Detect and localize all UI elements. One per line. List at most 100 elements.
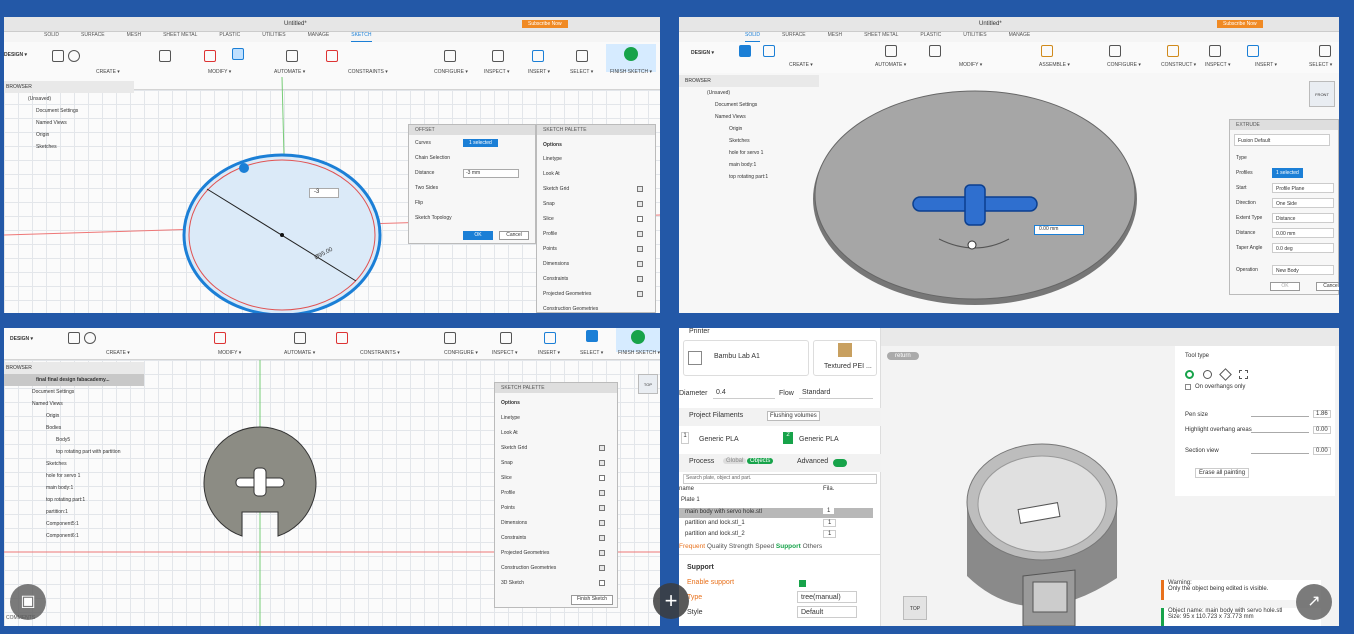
object-row[interactable]: partition and lock.stl_2 1: [679, 530, 873, 540]
filament-name[interactable]: Generic PLA: [699, 436, 739, 443]
browser-item[interactable]: Named Views: [679, 111, 819, 123]
gap-fill-icon[interactable]: [1239, 370, 1248, 379]
highlight-slider[interactable]: [1251, 432, 1309, 433]
layout-toggle-icon[interactable]: ▣: [10, 584, 46, 620]
checkbox[interactable]: [637, 186, 643, 192]
checkbox[interactable]: [599, 565, 605, 571]
viewcube[interactable]: FRONT: [1309, 81, 1335, 107]
browser-item[interactable]: Bodies: [4, 422, 144, 434]
browser-item[interactable]: Sketches: [679, 135, 819, 147]
plater-view[interactable]: return Tool type On overhangs only Pen s…: [881, 328, 1339, 626]
browser-item[interactable]: hole for servo 1: [4, 470, 144, 482]
operation-select[interactable]: New Body: [1272, 265, 1334, 275]
diameter-select[interactable]: 0.4: [713, 387, 775, 399]
fill-tool-icon[interactable]: [1219, 368, 1232, 381]
highlight-value[interactable]: 0.00: [1313, 426, 1331, 434]
tab-speed[interactable]: Speed: [755, 543, 774, 550]
checkbox[interactable]: [637, 276, 643, 282]
filament-slot[interactable]: 2: [783, 432, 793, 444]
tab-support[interactable]: Support: [776, 543, 801, 550]
tab-frequent[interactable]: Frequent: [679, 543, 705, 550]
overhangs-checkbox[interactable]: [1185, 384, 1191, 390]
tab-quality[interactable]: Quality: [707, 543, 727, 550]
type-select[interactable]: tree(manual): [797, 591, 857, 603]
browser-item[interactable]: main body:1: [679, 159, 819, 171]
checkbox[interactable]: [637, 201, 643, 207]
browser-item[interactable]: Document Settings: [679, 99, 819, 111]
pen-size-value[interactable]: 1.86: [1313, 410, 1331, 418]
finish-sketch-button[interactable]: Finish Sketch: [571, 595, 613, 605]
palette-options[interactable]: Options: [501, 397, 611, 409]
checkbox[interactable]: [599, 490, 605, 496]
browser-item[interactable]: Component5:1: [4, 518, 144, 530]
checkbox[interactable]: [637, 216, 643, 222]
plate-row[interactable]: Plate 1: [681, 497, 700, 503]
return-button[interactable]: return: [887, 352, 919, 360]
checkbox[interactable]: [599, 460, 605, 466]
filament-slot[interactable]: 1: [681, 432, 689, 444]
offset-dim-input[interactable]: -3: [309, 188, 339, 198]
share-icon[interactable]: ↗: [1296, 584, 1332, 620]
checkbox[interactable]: [599, 475, 605, 481]
ok-button[interactable]: OK: [1270, 282, 1300, 291]
tab-strength[interactable]: Strength: [729, 543, 754, 550]
pen-size-slider[interactable]: [1251, 416, 1309, 417]
distance-input[interactable]: 0.00 mm: [1272, 228, 1334, 238]
ok-button[interactable]: OK: [463, 231, 493, 240]
plate-select[interactable]: Textured PEI ...: [813, 340, 877, 376]
erase-all-button[interactable]: Erase all painting: [1195, 468, 1250, 478]
checkbox[interactable]: [637, 261, 643, 267]
object-row[interactable]: partition and lock.stl_1 1: [679, 519, 873, 529]
viewcube[interactable]: TOP: [903, 596, 927, 620]
checkbox[interactable]: [599, 580, 605, 586]
browser-item[interactable]: Named Views: [4, 117, 134, 129]
checkbox[interactable]: [637, 231, 643, 237]
tool-default-select[interactable]: Fusion Default: [1234, 134, 1330, 146]
direction-select[interactable]: One Side: [1272, 198, 1334, 208]
checkbox[interactable]: [599, 550, 605, 556]
browser-item[interactable]: Sketches: [4, 458, 144, 470]
advanced-switch[interactable]: [833, 459, 847, 467]
section-value[interactable]: 0.00: [1313, 447, 1331, 455]
curves-selected[interactable]: 1 selected: [463, 139, 498, 147]
viewcube[interactable]: TOP: [638, 374, 658, 394]
browser-item[interactable]: Component6:1: [4, 530, 144, 542]
browser-item[interactable]: Origin: [679, 123, 819, 135]
checkbox[interactable]: [599, 445, 605, 451]
circle-tool-icon[interactable]: [1185, 370, 1194, 379]
extent-select[interactable]: Distance: [1272, 213, 1334, 223]
distance-input[interactable]: -3 mm: [463, 169, 519, 178]
tab-others[interactable]: Others: [803, 543, 823, 550]
add-icon[interactable]: +: [653, 583, 689, 619]
enable-support-checkbox[interactable]: [799, 580, 806, 587]
browser-item[interactable]: Body5: [4, 434, 144, 446]
filament-name[interactable]: Generic PLA: [799, 436, 839, 443]
browser-item[interactable]: top rotating part:1: [679, 171, 819, 183]
start-select[interactable]: Profile Plane: [1272, 183, 1334, 193]
checkbox[interactable]: [637, 291, 643, 297]
browser-item[interactable]: main body:1: [4, 482, 144, 494]
object-row[interactable]: main body with servo hole.stl 1: [679, 508, 873, 518]
browser-item[interactable]: Origin: [4, 410, 144, 422]
cancel-button[interactable]: Cancel: [1316, 282, 1339, 291]
flow-select[interactable]: Standard: [799, 387, 873, 399]
profiles-selected[interactable]: 1 selected: [1272, 168, 1303, 178]
browser-item[interactable]: Sketches: [4, 141, 134, 153]
section-slider[interactable]: [1251, 453, 1309, 454]
object-search[interactable]: Search plate, object and part.: [683, 474, 877, 484]
browser-item[interactable]: (Unsaved): [4, 93, 134, 105]
browser-item[interactable]: (Unsaved): [679, 87, 819, 99]
browser-item[interactable]: top rotating part:1: [4, 494, 144, 506]
global-toggle[interactable]: Global: [723, 458, 747, 464]
palette-options[interactable]: Options: [543, 139, 649, 151]
printer-select[interactable]: Bambu Lab A1: [683, 340, 809, 376]
objects-toggle[interactable]: Objects: [747, 458, 774, 464]
browser-item[interactable]: Origin: [4, 129, 134, 141]
flushing-button[interactable]: Flushing volumes: [767, 411, 820, 421]
checkbox[interactable]: [599, 505, 605, 511]
browser-item[interactable]: top rotating part with partition: [4, 446, 144, 458]
cancel-button[interactable]: Cancel: [499, 231, 529, 240]
sphere-tool-icon[interactable]: [1203, 370, 1212, 379]
browser-item[interactable]: partition:1: [4, 506, 144, 518]
style-select[interactable]: Default: [797, 606, 857, 618]
